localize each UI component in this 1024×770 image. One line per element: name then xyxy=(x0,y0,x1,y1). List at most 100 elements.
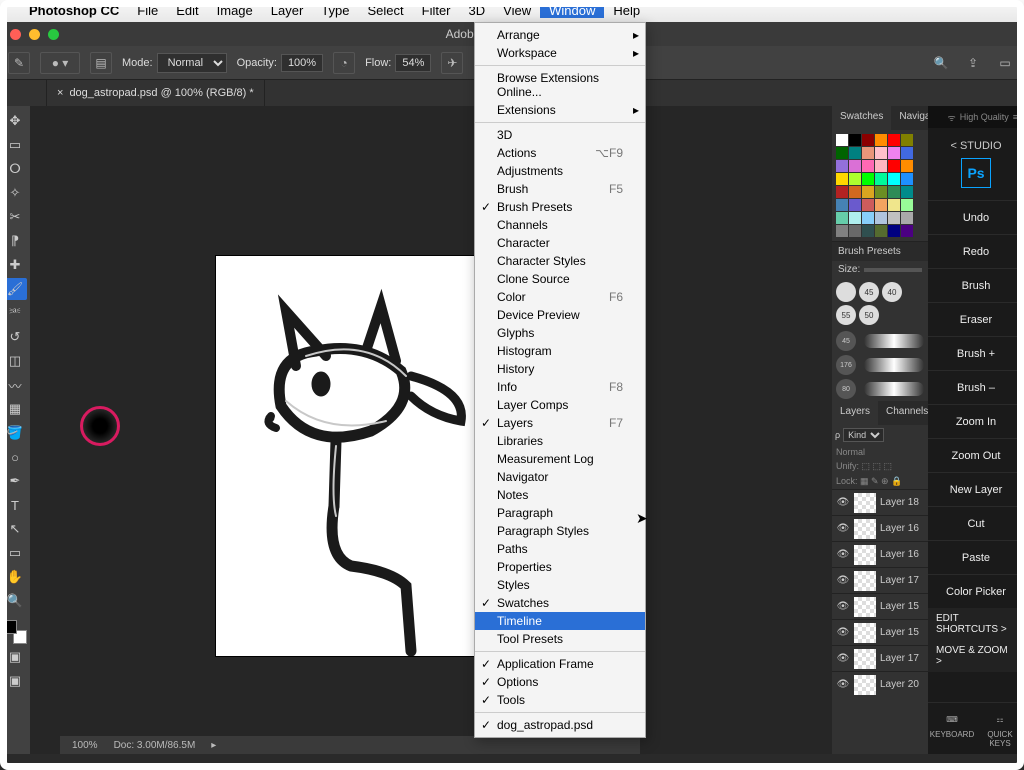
move-tool[interactable]: ✥ xyxy=(3,110,27,132)
swatch[interactable] xyxy=(849,212,861,224)
menu-item-tools[interactable]: ✓Tools xyxy=(475,691,645,709)
menu-item-glyphs[interactable]: Glyphs xyxy=(475,324,645,342)
menu-help[interactable]: Help xyxy=(604,3,649,18)
swatch[interactable] xyxy=(862,199,874,211)
brush-stroke-preview[interactable] xyxy=(864,382,924,396)
swatch[interactable] xyxy=(849,199,861,211)
layer-thumb[interactable] xyxy=(854,623,876,643)
visibility-icon[interactable]: 👁 xyxy=(836,627,850,638)
swatch[interactable] xyxy=(849,160,861,172)
tool-preset-icon[interactable]: ✎ xyxy=(8,52,30,74)
menu-type[interactable]: Type xyxy=(312,3,358,18)
zoom-level[interactable]: 100% xyxy=(72,740,98,751)
brush-tool[interactable]: 🖌 xyxy=(3,278,27,300)
pen-tool[interactable]: ✒ xyxy=(3,470,27,492)
menu-item-channels[interactable]: Channels xyxy=(475,216,645,234)
layer-thumb[interactable] xyxy=(854,597,876,617)
menu-item-tool-presets[interactable]: Tool Presets xyxy=(475,630,645,648)
brush-panel-icon[interactable]: ▤ xyxy=(90,52,112,74)
canvas-area[interactable]: 100% Doc: 3.00M/86.5M ▸ xyxy=(30,106,832,754)
swatch[interactable] xyxy=(901,160,913,172)
marquee-tool[interactable]: ▭ xyxy=(3,134,27,156)
visibility-icon[interactable]: 👁 xyxy=(836,497,850,508)
layer-name[interactable]: Layer 16 xyxy=(880,523,924,534)
swatch[interactable] xyxy=(836,225,848,237)
pressure-opacity-icon[interactable]: ◔ xyxy=(333,52,355,74)
layer-name[interactable]: Layer 16 xyxy=(880,549,924,560)
studio-eraser-button[interactable]: Eraser xyxy=(928,302,1024,336)
menu-item-timeline[interactable]: Timeline xyxy=(475,612,645,630)
brush-preset-grid[interactable]: 45405550 xyxy=(832,278,928,329)
swatch[interactable] xyxy=(875,134,887,146)
menu-item-libraries[interactable]: Libraries xyxy=(475,432,645,450)
menu-item-layers[interactable]: ✓LayersF7 xyxy=(475,414,645,432)
swatch[interactable] xyxy=(901,212,913,224)
swatch[interactable] xyxy=(901,186,913,198)
brush-preset[interactable]: 45 xyxy=(859,282,879,302)
menu-item-browse-extensions-online-[interactable]: Browse Extensions Online... xyxy=(475,69,645,101)
layer-thumb[interactable] xyxy=(854,649,876,669)
menu-file[interactable]: File xyxy=(128,3,167,18)
menu-item-styles[interactable]: Styles xyxy=(475,576,645,594)
studio-redo-button[interactable]: Redo xyxy=(928,234,1024,268)
menu-item-history[interactable]: History xyxy=(475,360,645,378)
swatch[interactable] xyxy=(862,134,874,146)
layer-thumb[interactable] xyxy=(854,571,876,591)
swatch[interactable] xyxy=(849,134,861,146)
maximize-window-icon[interactable] xyxy=(48,29,59,40)
shape-tool[interactable]: ▭ xyxy=(3,542,27,564)
menu-item-brush-presets[interactable]: ✓Brush Presets xyxy=(475,198,645,216)
swatch[interactable] xyxy=(862,212,874,224)
studio-new-layer-button[interactable]: New Layer xyxy=(928,472,1024,506)
menu-filter[interactable]: Filter xyxy=(413,3,460,18)
studio-brush-button[interactable]: Brush xyxy=(928,268,1024,302)
brush-preset-icon[interactable]: ● ▾ xyxy=(40,52,80,74)
menu-edit[interactable]: Edit xyxy=(167,3,207,18)
menu-item-workspace[interactable]: Workspace▸ xyxy=(475,44,645,62)
menu-item-info[interactable]: InfoF8 xyxy=(475,378,645,396)
screen-mode-tool[interactable]: ▣ xyxy=(3,670,27,692)
swatch[interactable] xyxy=(875,147,887,159)
swatch[interactable] xyxy=(836,160,848,172)
quick-mask-tool[interactable]: ▣ xyxy=(3,646,27,668)
brush-stroke-preview[interactable] xyxy=(864,358,924,372)
menu-layer[interactable]: Layer xyxy=(262,3,313,18)
workspace-icon[interactable]: ▭ xyxy=(994,52,1016,74)
document-tab[interactable]: × dog_astropad.psd @ 100% (RGB/8) * xyxy=(46,80,265,106)
layer-row[interactable]: 👁Layer 20 xyxy=(832,671,928,697)
brush-preset[interactable]: 45 xyxy=(836,331,856,351)
swatch[interactable] xyxy=(862,160,874,172)
color-swatch-tool[interactable] xyxy=(3,620,27,644)
swatch[interactable] xyxy=(901,147,913,159)
share-icon[interactable]: ⇪ xyxy=(962,52,984,74)
app-name[interactable]: Photoshop CC xyxy=(20,0,128,22)
smudge-tool[interactable]: 〰 xyxy=(3,374,27,396)
menu-item-arrange[interactable]: Arrange▸ xyxy=(475,26,645,44)
menu-window[interactable]: Window xyxy=(540,3,604,18)
swatch[interactable] xyxy=(875,160,887,172)
swatch[interactable] xyxy=(888,199,900,211)
swatch[interactable] xyxy=(849,173,861,185)
gradient-tool[interactable]: ▦ xyxy=(3,398,27,420)
menu-item-actions[interactable]: Actions⌥F9 xyxy=(475,144,645,162)
menu-item-application-frame[interactable]: ✓Application Frame xyxy=(475,655,645,673)
flow-field[interactable]: 54% xyxy=(395,54,431,72)
visibility-icon[interactable]: 👁 xyxy=(836,601,850,612)
keyboard-button[interactable]: ⌨KEYBOARD xyxy=(928,703,976,754)
layer-row[interactable]: 👁Layer 15 xyxy=(832,593,928,619)
swatch[interactable] xyxy=(836,173,848,185)
menu-item-clone-source[interactable]: Clone Source xyxy=(475,270,645,288)
layers-list[interactable]: 👁Layer 18👁Layer 16👁Layer 16👁Layer 17👁Lay… xyxy=(832,489,928,754)
menu-item-notes[interactable]: Notes xyxy=(475,486,645,504)
swatches-tab[interactable]: Swatches xyxy=(832,106,891,130)
visibility-icon[interactable]: 👁 xyxy=(836,523,850,534)
tab-close-icon[interactable]: × xyxy=(57,87,63,99)
layer-thumb[interactable] xyxy=(854,493,876,513)
brush-preset[interactable] xyxy=(836,282,856,302)
swatch[interactable] xyxy=(849,186,861,198)
menu-image[interactable]: Image xyxy=(208,3,262,18)
menu-item-dog-astropad-psd[interactable]: ✓dog_astropad.psd xyxy=(475,716,645,734)
swatch[interactable] xyxy=(888,134,900,146)
airbrush-icon[interactable]: ✈ xyxy=(441,52,463,74)
menu-item-character-styles[interactable]: Character Styles xyxy=(475,252,645,270)
